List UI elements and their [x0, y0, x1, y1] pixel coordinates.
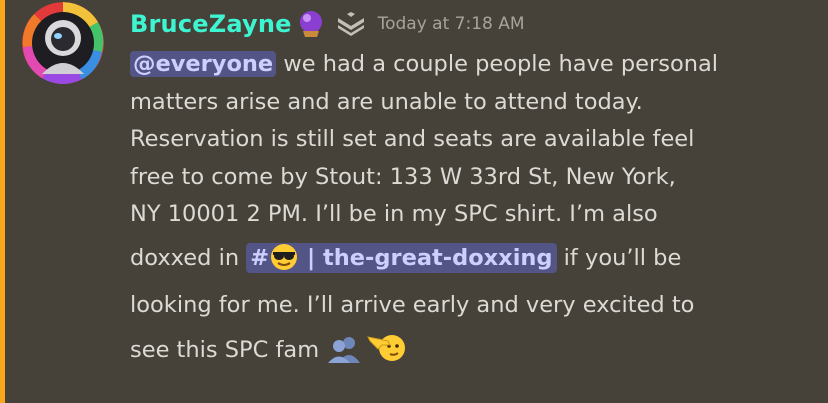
- message-line: Reservation is still set and seats are a…: [130, 126, 695, 152]
- message-line: doxxed in # | the-great-doxxing if you’l…: [130, 240, 820, 284]
- message-line: @everyone we had a couple people have pe…: [130, 46, 820, 84]
- everyone-mention[interactable]: @everyone: [130, 51, 277, 77]
- message-line: free to come by Stout: 133 W 33rd St, Ne…: [130, 163, 676, 190]
- message-line: see this SPC fam: [130, 331, 820, 376]
- message-text: see this SPC fam: [130, 336, 327, 363]
- message-line: matters arise and are unable to attend t…: [130, 88, 643, 115]
- message-text: doxxed in: [130, 244, 247, 271]
- message-line: looking for me. I’ll arrive early and ve…: [130, 292, 695, 318]
- message-text: if you’ll be: [556, 244, 682, 271]
- channel-hash: #: [250, 244, 270, 271]
- chevron-rank-icon[interactable]: [336, 12, 366, 36]
- crystal-ball-icon: [296, 9, 326, 39]
- mention-highlight-bar: [0, 0, 5, 403]
- avatar[interactable]: [22, 2, 104, 84]
- message-header: BruceZayne Today at 7:18 AM: [130, 4, 525, 44]
- message-content: @everyone we had a couple people have pe…: [130, 46, 820, 375]
- busts-in-silhouette-icon: [326, 335, 362, 376]
- channel-mention[interactable]: # | the-great-doxxing: [246, 242, 557, 273]
- channel-name: | the-great-doxxing: [299, 244, 553, 271]
- message-line: NY 10001 2 PM. I’ll be in my SPC shirt. …: [130, 201, 658, 227]
- timestamp: Today at 7:18 AM: [377, 14, 525, 34]
- pointing-hand-face-icon: [366, 331, 406, 376]
- message-text: we had a couple people have personal: [276, 51, 719, 77]
- username[interactable]: BruceZayne: [130, 10, 292, 38]
- sunglasses-face-icon: [269, 243, 299, 284]
